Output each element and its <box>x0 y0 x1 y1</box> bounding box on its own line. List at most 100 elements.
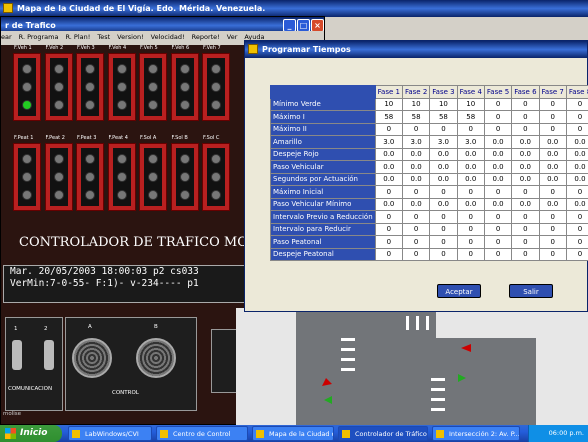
timing-cell[interactable]: 0 <box>538 110 567 124</box>
timing-cell[interactable]: 0 <box>511 185 540 199</box>
timing-cell[interactable]: 0 <box>456 222 485 236</box>
timing-cell[interactable]: 0 <box>401 222 431 236</box>
timing-cell[interactable]: 58 <box>456 110 485 124</box>
timing-cell[interactable]: 0 <box>511 122 540 136</box>
timing-cell[interactable]: 0.0 <box>374 197 403 211</box>
timing-cell[interactable]: 0 <box>483 110 513 124</box>
timing-cell[interactable]: 58 <box>401 110 431 124</box>
timing-cell[interactable]: 0.0 <box>456 160 485 174</box>
timing-cell[interactable]: 0.0 <box>483 160 513 174</box>
timing-cell[interactable]: 0.0 <box>511 147 540 161</box>
timing-cell[interactable]: 0 <box>565 247 588 261</box>
timing-cell[interactable]: 0.0 <box>538 172 567 186</box>
timing-cell[interactable]: 0 <box>483 247 513 261</box>
timing-cell[interactable]: 0.0 <box>401 197 431 211</box>
menu-item[interactable]: R. Programa <box>19 33 59 41</box>
taskbar-button[interactable]: Centro de Control <box>156 426 248 441</box>
timing-cell[interactable]: 0 <box>374 122 403 136</box>
timing-cell[interactable]: 0.0 <box>511 197 540 211</box>
timing-cell[interactable]: 0 <box>538 210 567 224</box>
timing-cell[interactable]: 0 <box>565 185 588 199</box>
timing-cell[interactable]: 0 <box>511 110 540 124</box>
timing-cell[interactable]: 0.0 <box>511 135 540 149</box>
menu-item[interactable]: Velocidad! <box>151 33 185 41</box>
timing-cell[interactable]: 0 <box>456 247 485 261</box>
timing-cell[interactable]: 58 <box>374 110 403 124</box>
timing-cell[interactable]: 0.0 <box>538 197 567 211</box>
timing-cell[interactable]: 0 <box>511 210 540 224</box>
timing-cell[interactable]: 0.0 <box>565 197 588 211</box>
timing-cell[interactable]: 0 <box>483 210 513 224</box>
timing-cell[interactable]: 0.0 <box>401 160 431 174</box>
timing-cell[interactable]: 0 <box>538 185 567 199</box>
timing-cell[interactable]: 0 <box>401 210 431 224</box>
map-window-titlebar[interactable]: Mapa de la Ciudad de El Vigía. Edo. Méri… <box>0 0 588 17</box>
timing-cell[interactable]: 0.0 <box>429 172 458 186</box>
timing-cell[interactable]: 3.0 <box>401 135 431 149</box>
timing-cell[interactable]: 0 <box>429 185 458 199</box>
menu-item[interactable]: Test <box>97 33 110 41</box>
timing-cell[interactable]: 10 <box>456 97 485 111</box>
timing-cell[interactable]: 0 <box>374 235 403 249</box>
timing-cell[interactable]: 3.0 <box>456 135 485 149</box>
timing-cell[interactable]: 0 <box>565 222 588 236</box>
timing-cell[interactable]: 0 <box>538 235 567 249</box>
timing-cell[interactable]: 0 <box>456 210 485 224</box>
timing-cell[interactable]: 0 <box>401 185 431 199</box>
timing-cell[interactable]: 3.0 <box>374 135 403 149</box>
timing-cell[interactable]: 0.0 <box>429 147 458 161</box>
timing-cell[interactable]: 0.0 <box>374 172 403 186</box>
timing-cell[interactable]: 0.0 <box>565 160 588 174</box>
timing-cell[interactable]: 0 <box>511 97 540 111</box>
timing-cell[interactable]: 0.0 <box>401 147 431 161</box>
timing-cell[interactable]: 0 <box>401 235 431 249</box>
timing-cell[interactable]: 0 <box>511 222 540 236</box>
taskbar-button[interactable]: Mapa de la Ciudad de... <box>252 426 334 441</box>
timing-cell[interactable]: 0 <box>374 247 403 261</box>
timing-cell[interactable]: 0 <box>511 247 540 261</box>
timing-cell[interactable]: 0.0 <box>538 135 567 149</box>
timing-cell[interactable]: 0 <box>483 235 513 249</box>
timing-cell[interactable]: 10 <box>374 97 403 111</box>
timing-cell[interactable]: 0.0 <box>565 172 588 186</box>
timing-cell[interactable]: 0 <box>538 97 567 111</box>
timing-cell[interactable]: 0 <box>565 235 588 249</box>
timing-cell[interactable]: 0 <box>483 122 513 136</box>
timing-cell[interactable]: 0.0 <box>483 147 513 161</box>
timing-cell[interactable]: 0 <box>374 222 403 236</box>
taskbar-button[interactable]: Intersección 2: Av. P... <box>432 426 520 441</box>
timing-cell[interactable]: 0 <box>401 122 431 136</box>
menu-item[interactable]: Reporte! <box>192 33 220 41</box>
timing-cell[interactable]: 0 <box>374 185 403 199</box>
timing-cell[interactable]: 0.0 <box>374 160 403 174</box>
menu-item[interactable]: Ver <box>227 33 238 41</box>
timing-cell[interactable]: 0 <box>456 185 485 199</box>
timing-cell[interactable]: 0 <box>483 185 513 199</box>
timing-cell[interactable]: 0 <box>429 235 458 249</box>
timing-cell[interactable]: 10 <box>429 97 458 111</box>
timing-cell[interactable]: 0 <box>483 222 513 236</box>
accept-button[interactable]: Aceptar <box>437 284 481 298</box>
timing-cell[interactable]: 0 <box>456 122 485 136</box>
timing-cell[interactable]: 0 <box>483 97 513 111</box>
timing-cell[interactable]: 0 <box>429 222 458 236</box>
timing-cell[interactable]: 0.0 <box>538 160 567 174</box>
timing-cell[interactable]: 0.0 <box>429 160 458 174</box>
timing-cell[interactable]: 0 <box>565 210 588 224</box>
knob-a[interactable] <box>72 338 112 378</box>
timing-cell[interactable]: 0.0 <box>483 197 513 211</box>
timing-cell[interactable]: 0.0 <box>511 160 540 174</box>
timing-cell[interactable]: 0.0 <box>483 172 513 186</box>
exit-button[interactable]: Salir <box>509 284 553 298</box>
timing-cell[interactable]: 0 <box>511 235 540 249</box>
timing-cell[interactable]: 0 <box>565 122 588 136</box>
menu-item[interactable]: Version! <box>117 33 144 41</box>
timing-cell[interactable]: 0 <box>565 110 588 124</box>
timing-cell[interactable]: 0.0 <box>483 135 513 149</box>
timing-cell[interactable]: 0 <box>538 122 567 136</box>
timing-cell[interactable]: 0.0 <box>456 172 485 186</box>
timing-cell[interactable]: 0 <box>565 97 588 111</box>
timing-cell[interactable]: 0 <box>538 222 567 236</box>
prog-titlebar[interactable]: Programar Tiempos <box>245 41 587 58</box>
timing-cell[interactable]: 0 <box>401 247 431 261</box>
